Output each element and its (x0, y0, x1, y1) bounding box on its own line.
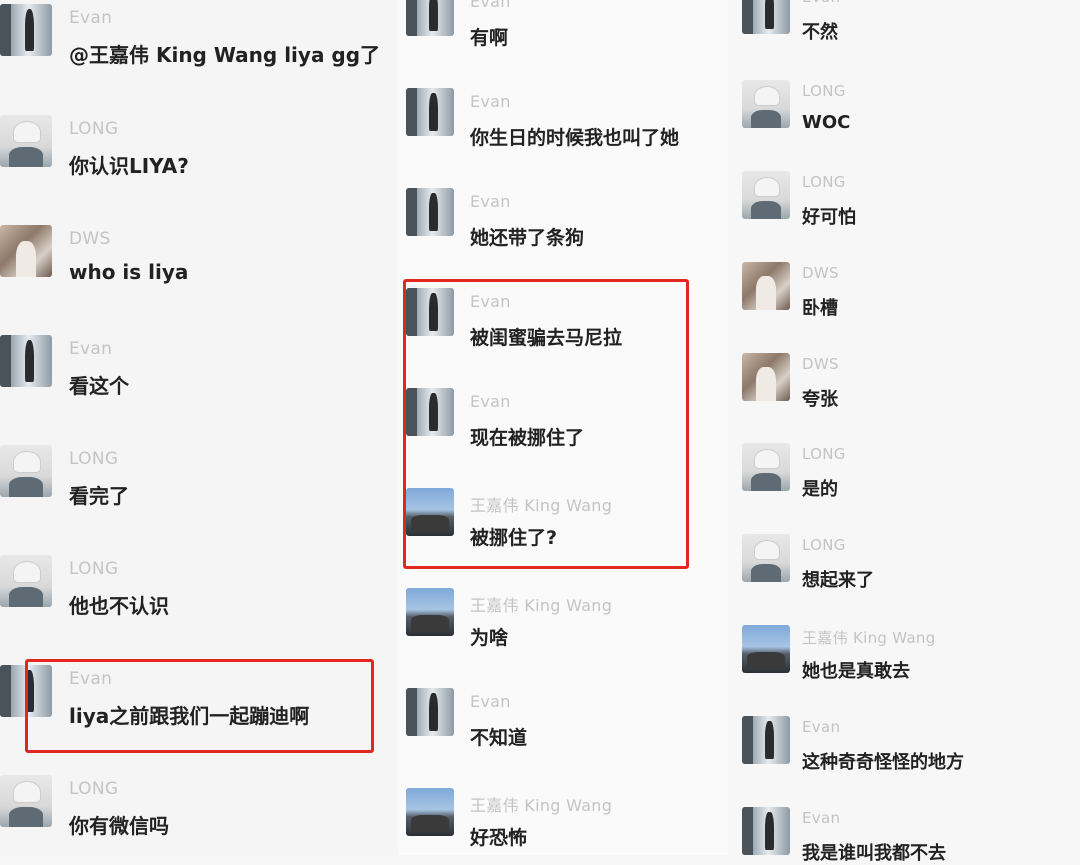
sender-name: 王嘉伟 King Wang (802, 629, 936, 647)
message-text: 他也不认识 (69, 594, 169, 618)
avatar-evan-icon[interactable] (0, 4, 52, 56)
avatar-long-icon[interactable] (0, 115, 52, 167)
avatar-long-icon[interactable] (742, 80, 790, 128)
avatar-long-icon[interactable] (0, 775, 52, 827)
avatar-long-icon[interactable] (0, 445, 52, 497)
sender-name: LONG (802, 445, 846, 463)
message-text: 卧槽 (802, 298, 838, 319)
sender-name: LONG (69, 779, 119, 799)
message-text: @王嘉伟 King Wang liya gg了 (69, 43, 381, 67)
sender-name: LONG (69, 119, 119, 139)
sender-name: Evan (802, 809, 841, 827)
chat-column-3: Evan 不然 LONG WOC LONG 好可怕 DWS 卧槽 DWS 夸张 LONG 是的 LONG… (728, 0, 1080, 864)
sender-name: Evan (69, 8, 113, 28)
avatar-evan-icon[interactable] (742, 716, 790, 764)
avatar-long-icon[interactable] (742, 534, 790, 582)
highlight-box-column-2 (403, 279, 689, 569)
avatar-evan-icon[interactable] (406, 688, 454, 736)
message-text: 为啥 (470, 627, 509, 649)
message-text: 她也是真敢去 (802, 661, 910, 682)
avatar-evan-icon[interactable] (406, 88, 454, 136)
sender-name: Evan (802, 718, 841, 736)
message-text: 看这个 (69, 374, 129, 398)
message-text: 有啊 (470, 27, 509, 49)
sender-name: LONG (802, 536, 846, 554)
avatar-long-icon[interactable] (742, 171, 790, 219)
message-text: 好可怕 (802, 207, 856, 228)
sender-name: DWS (802, 264, 839, 282)
message-text: 是的 (802, 479, 838, 500)
avatar-dws-icon[interactable] (742, 262, 790, 310)
message-text: 她还带了条狗 (470, 227, 585, 249)
avatar-evan-icon[interactable] (0, 335, 52, 387)
sender-name: Evan (470, 192, 511, 211)
sender-name: Evan (802, 0, 840, 6)
message-text: 不知道 (470, 727, 528, 749)
sender-name: LONG (69, 559, 119, 579)
avatar-evan-icon[interactable] (742, 807, 790, 855)
sender-name: LONG (802, 82, 846, 100)
avatar-evan-icon[interactable] (406, 0, 454, 36)
avatar-dws-icon[interactable] (0, 225, 52, 277)
avatar-long-icon[interactable] (0, 555, 52, 607)
sender-name: Evan (69, 339, 113, 359)
sender-name: Evan (470, 92, 511, 111)
sender-name: 王嘉伟 King Wang (470, 596, 613, 615)
avatar-evan-icon[interactable] (742, 0, 790, 34)
sender-name: DWS (802, 355, 839, 373)
message-text: 你认识LIYA? (69, 154, 189, 178)
message-text: 想起来了 (802, 570, 874, 591)
avatar-king-icon[interactable] (406, 788, 454, 836)
sender-name: LONG (802, 173, 846, 191)
sender-name: Evan (470, 692, 511, 711)
message-text: 好恐怖 (470, 827, 528, 849)
message-text: who is liya (69, 260, 189, 284)
message-text: 夸张 (802, 389, 838, 410)
highlight-box-column-1 (25, 659, 374, 753)
message-text: WOC (802, 112, 851, 133)
message-text: 看完了 (69, 484, 129, 508)
message-text: 你生日的时候我也叫了她 (470, 127, 680, 149)
avatar-long-icon[interactable] (742, 443, 790, 491)
sender-name: LONG (69, 449, 119, 469)
sender-name: Evan (470, 0, 511, 11)
message-text: 不然 (802, 22, 838, 43)
avatar-dws-icon[interactable] (742, 353, 790, 401)
message-text: 这种奇奇怪怪的地方 (802, 752, 964, 773)
avatar-evan-icon[interactable] (406, 188, 454, 236)
message-text: 你有微信吗 (69, 814, 169, 838)
message-text: 我是谁叫我都不去 (802, 843, 946, 864)
sender-name: 王嘉伟 King Wang (470, 796, 613, 815)
avatar-king-icon[interactable] (406, 588, 454, 636)
sender-name: DWS (69, 229, 111, 249)
avatar-king-icon[interactable] (742, 625, 790, 673)
